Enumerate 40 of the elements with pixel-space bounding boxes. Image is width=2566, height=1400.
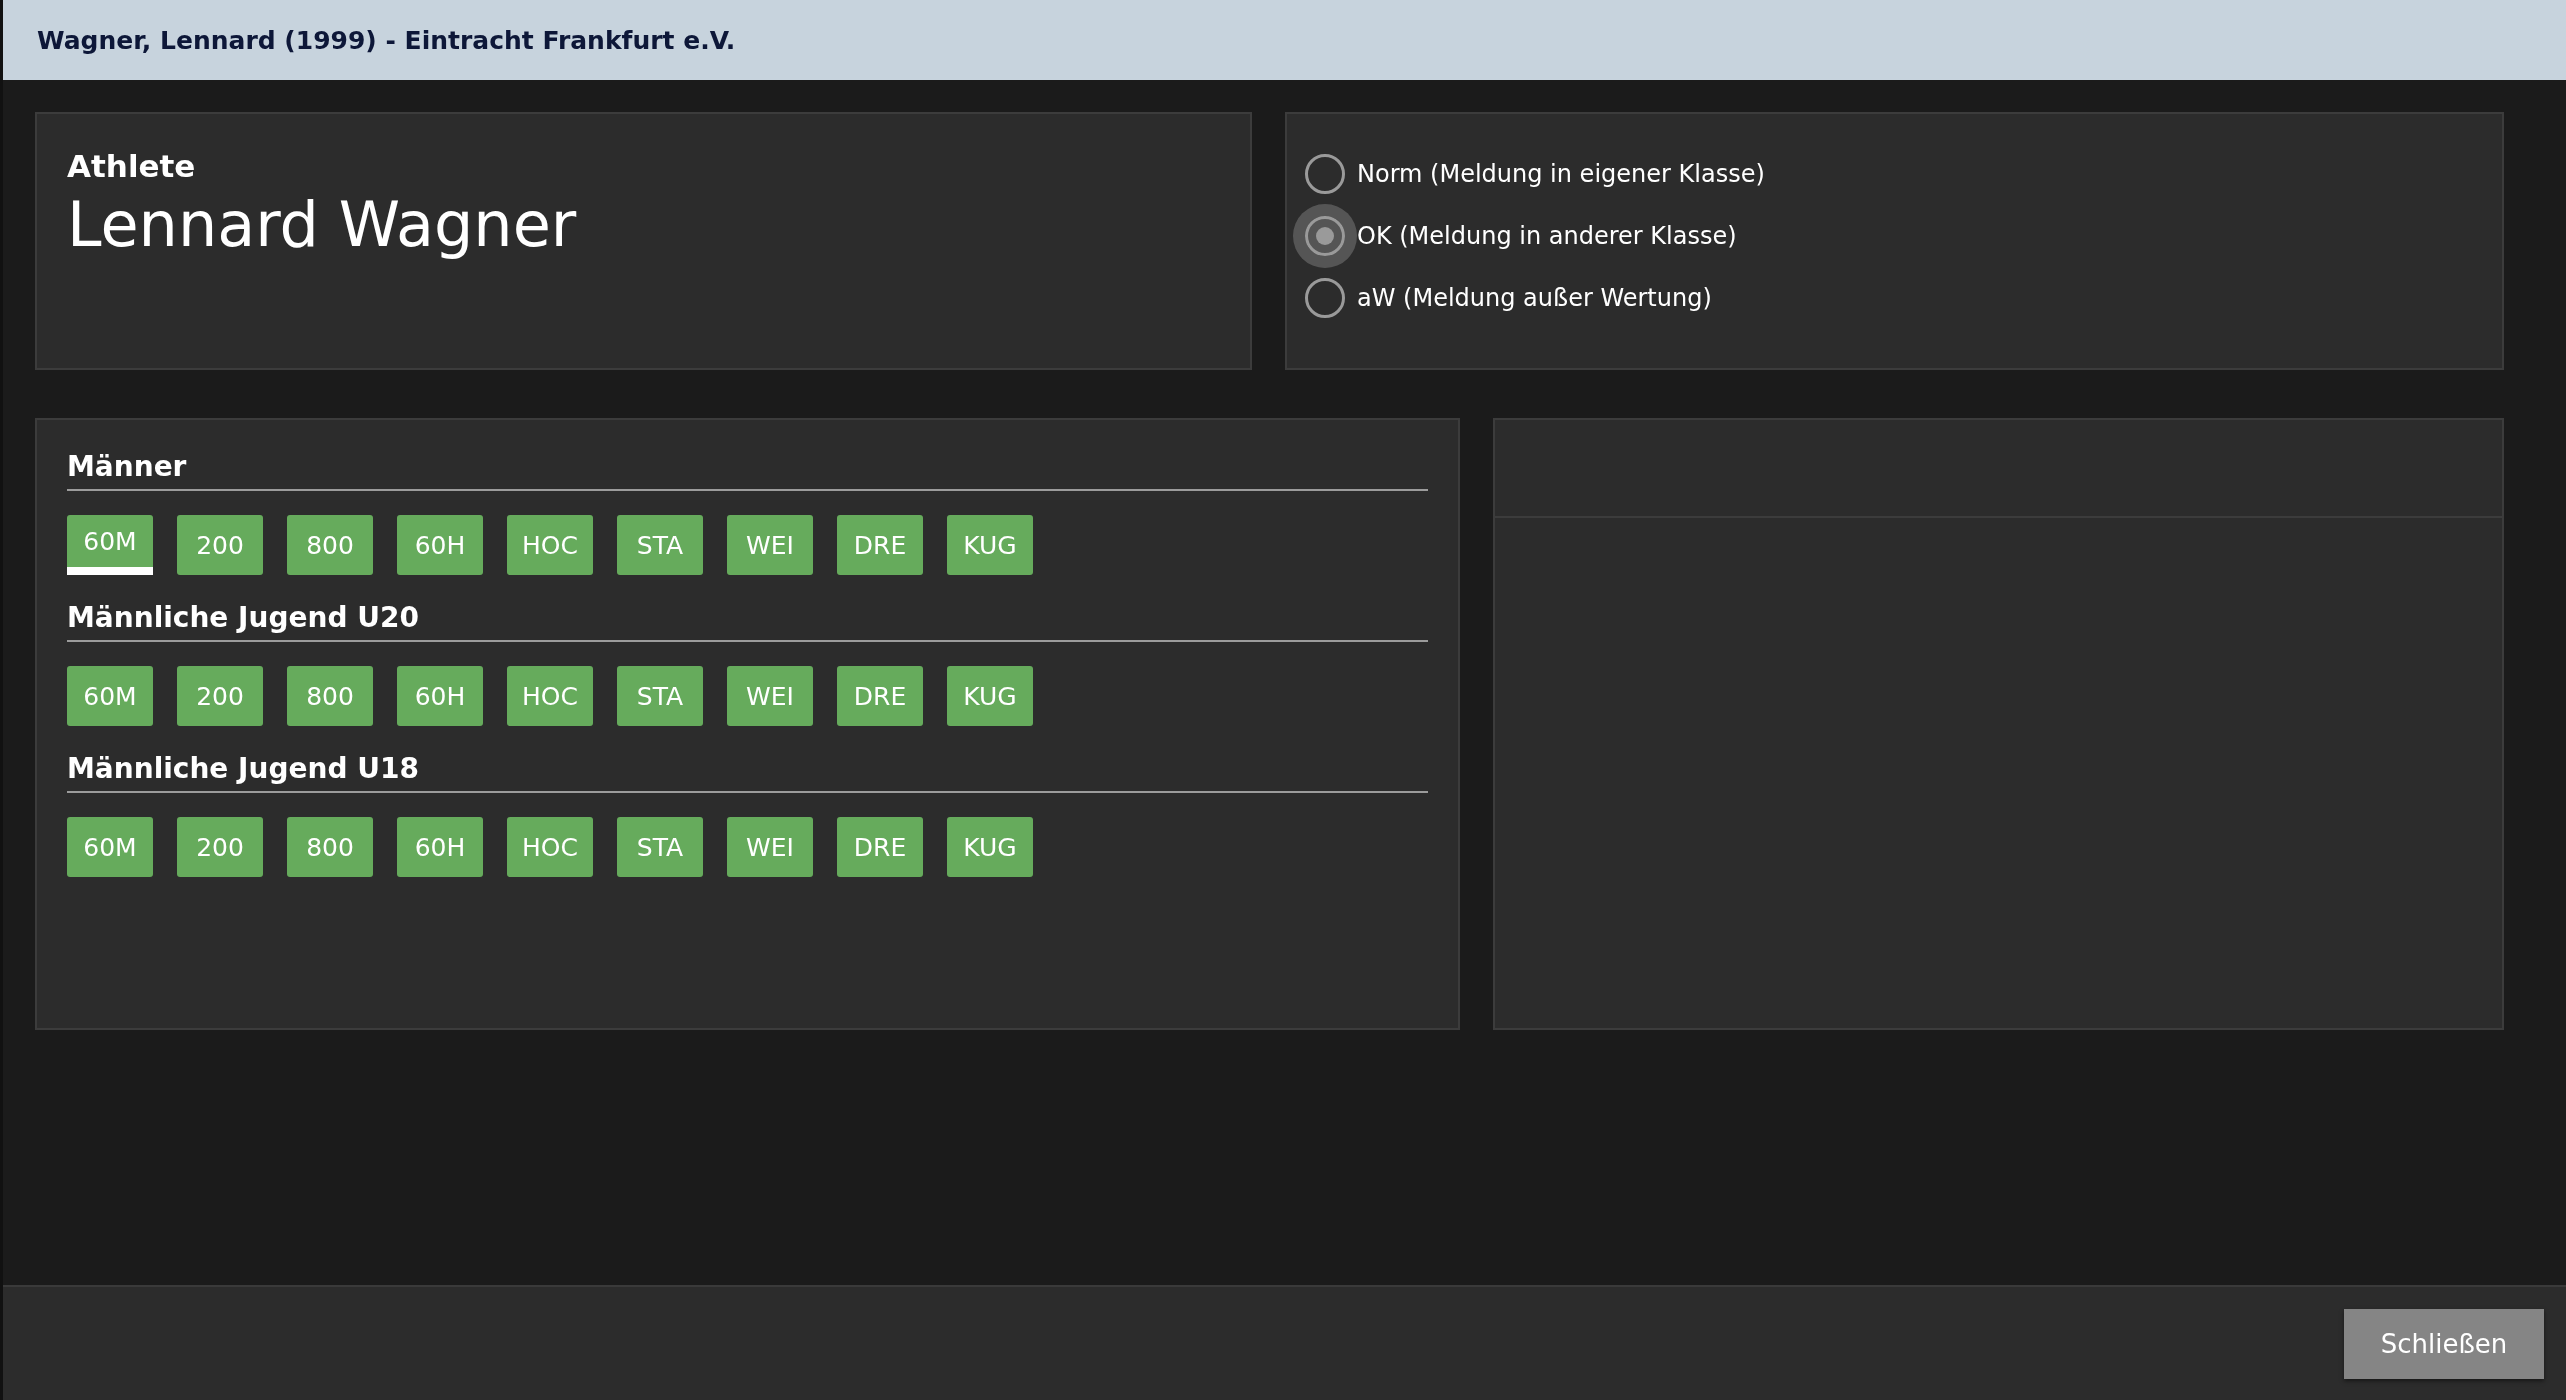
event-button[interactable]: 200 <box>177 817 263 877</box>
event-button[interactable]: 800 <box>287 666 373 726</box>
radio-label[interactable]: aW (Meldung außer Wertung) <box>1357 284 1712 312</box>
event-button[interactable]: KUG <box>947 817 1033 877</box>
close-button[interactable]: Schließen <box>2344 1308 2544 1379</box>
event-button[interactable]: STA <box>617 666 703 726</box>
group-heading: Männliche Jugend U18 <box>67 752 1428 793</box>
event-button[interactable]: 60M <box>67 666 153 726</box>
event-button[interactable]: 800 <box>287 515 373 575</box>
event-button[interactable]: DRE <box>837 515 923 575</box>
event-button[interactable]: STA <box>617 817 703 877</box>
radio-button[interactable] <box>1305 278 1345 318</box>
event-button[interactable]: WEI <box>727 515 813 575</box>
event-button[interactable]: HOC <box>507 666 593 726</box>
radio-button[interactable] <box>1305 216 1345 256</box>
window-title: Wagner, Lennard (1999) - Eintracht Frankfurt e.V. <box>3 0 2566 80</box>
event-button[interactable]: KUG <box>947 666 1033 726</box>
event-button[interactable]: 60H <box>397 515 483 575</box>
group-heading: Männer <box>67 450 1428 491</box>
event-button[interactable]: STA <box>617 515 703 575</box>
athlete-name: Lennard Wagner <box>67 188 578 261</box>
event-button[interactable]: WEI <box>727 817 813 877</box>
event-button[interactable]: DRE <box>837 817 923 877</box>
event-button[interactable]: 800 <box>287 817 373 877</box>
event-button[interactable]: 60M <box>67 817 153 877</box>
event-button[interactable]: 60M <box>67 515 153 575</box>
event-button[interactable]: WEI <box>727 666 813 726</box>
radio-label[interactable]: OK (Meldung in anderer Klasse) <box>1357 222 1737 250</box>
event-button[interactable]: HOC <box>507 817 593 877</box>
radio-label[interactable]: Norm (Meldung in eigener Klasse) <box>1357 160 1765 188</box>
event-button[interactable]: DRE <box>837 666 923 726</box>
event-button[interactable]: 200 <box>177 515 263 575</box>
event-button[interactable]: HOC <box>507 515 593 575</box>
event-button[interactable]: 200 <box>177 666 263 726</box>
athlete-label: Athlete <box>67 148 197 184</box>
event-button[interactable]: KUG <box>947 515 1033 575</box>
event-button[interactable]: 60H <box>397 817 483 877</box>
group-heading: Männliche Jugend U20 <box>67 601 1428 642</box>
radio-button[interactable] <box>1305 154 1345 194</box>
event-button[interactable]: 60H <box>397 666 483 726</box>
